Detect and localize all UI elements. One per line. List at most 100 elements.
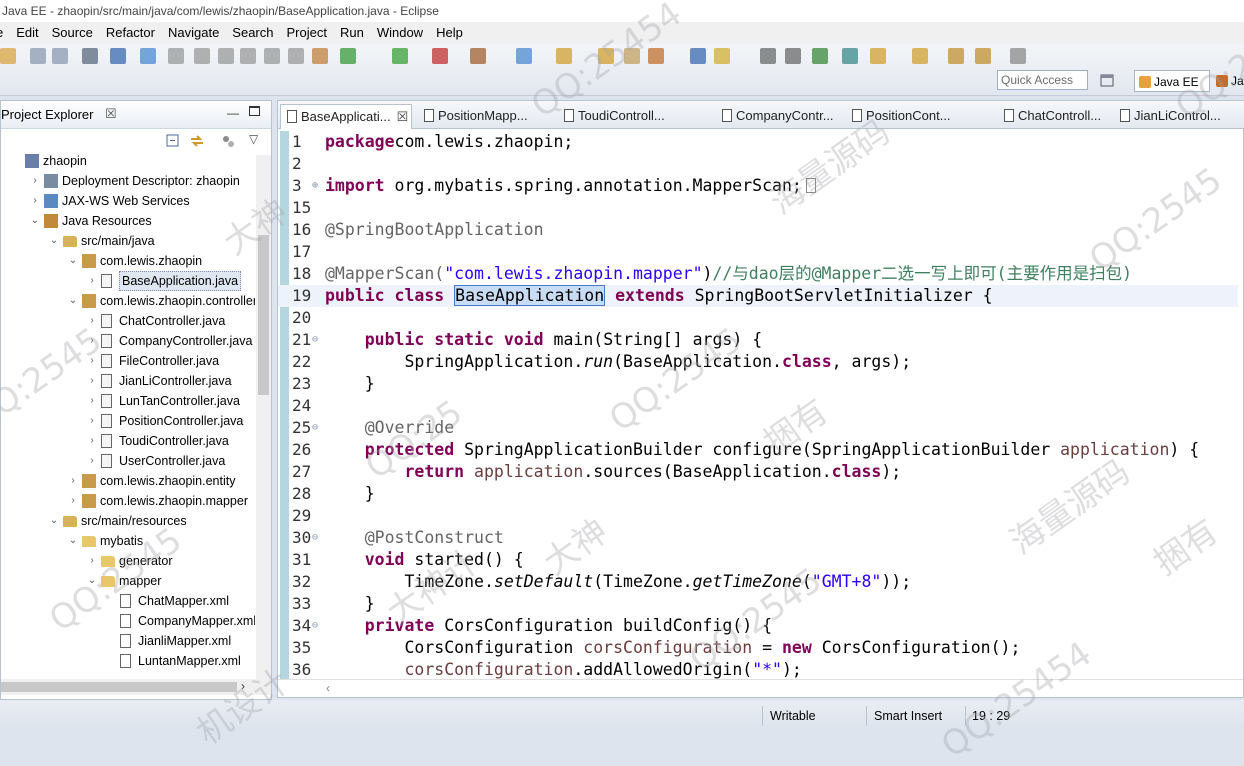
menu-search[interactable]: Search xyxy=(232,22,273,44)
menu-navigate[interactable]: Navigate xyxy=(168,22,219,44)
tree-horizontal-scrollbar[interactable]: › xyxy=(1,679,271,695)
close-icon[interactable]: ☒ xyxy=(105,106,117,122)
toolbar-button-icon[interactable] xyxy=(218,48,234,64)
toolbar-button-icon[interactable] xyxy=(842,48,858,64)
toolbar-button-icon[interactable] xyxy=(760,48,776,64)
toolbar-button-icon[interactable] xyxy=(194,48,210,64)
menu-project[interactable]: Project xyxy=(287,22,327,44)
expand-arrow-icon[interactable]: › xyxy=(87,351,97,371)
toolbar-button-icon[interactable] xyxy=(0,48,16,64)
toolbar-button-icon[interactable] xyxy=(168,48,184,64)
perspective-java[interactable]: Ja xyxy=(1214,70,1244,92)
expand-arrow-icon[interactable]: › xyxy=(68,491,78,511)
tab-companycontr[interactable]: CompanyContr... xyxy=(716,104,838,129)
expand-arrow-icon[interactable]: › xyxy=(87,311,97,331)
tab-baseapplicati[interactable]: BaseApplicati... ☒ xyxy=(280,104,412,129)
perspective-java-ee[interactable]: Java EE xyxy=(1134,70,1210,92)
view-menu-icon[interactable]: ▽ xyxy=(249,132,258,146)
menu-edit[interactable]: Edit xyxy=(16,22,38,44)
toolbar-button-icon[interactable] xyxy=(52,48,68,64)
tree-vertical-scrollbar[interactable] xyxy=(256,155,271,679)
toolbar-button-icon[interactable] xyxy=(598,48,614,64)
toolbar-button-icon[interactable] xyxy=(140,48,156,64)
open-perspective-icon[interactable] xyxy=(1100,70,1118,92)
toolbar-button-icon[interactable] xyxy=(812,48,828,64)
toolbar-button-icon[interactable] xyxy=(948,48,964,64)
toolbar-button-icon[interactable] xyxy=(785,48,801,64)
collapse-fold-icon[interactable]: ⊖ xyxy=(312,615,318,637)
menu-source[interactable]: Source xyxy=(52,22,93,44)
toolbar-button-icon[interactable] xyxy=(690,48,706,64)
toolbar-button-icon[interactable] xyxy=(288,48,304,64)
toolbar-button-icon[interactable] xyxy=(975,48,991,64)
toolbar-button-icon[interactable] xyxy=(556,48,572,64)
maximize-icon[interactable] xyxy=(249,106,260,116)
expand-arrow-icon[interactable]: › xyxy=(87,391,97,411)
collapse-arrow-icon[interactable]: ⌄ xyxy=(87,571,97,591)
toolbar-button-icon[interactable] xyxy=(624,48,640,64)
toolbar-button-icon[interactable] xyxy=(432,48,448,64)
link-with-editor-icon[interactable] xyxy=(189,134,205,148)
toolbar-button-icon[interactable] xyxy=(870,48,886,64)
toolbar-button-icon[interactable] xyxy=(240,48,256,64)
scroll-right-icon[interactable]: › xyxy=(241,679,245,693)
expand-arrow-icon[interactable]: › xyxy=(87,411,97,431)
tab-chatcontroll[interactable]: ChatControll... xyxy=(998,104,1106,129)
menu-refactor[interactable]: Refactor xyxy=(106,22,155,44)
toolbar-button-icon[interactable] xyxy=(30,48,46,64)
expand-arrow-icon[interactable]: › xyxy=(87,331,97,351)
menu-window[interactable]: Window xyxy=(377,22,423,44)
expand-arrow-icon[interactable]: › xyxy=(87,551,97,571)
code-area[interactable]: 1 packagecom.lewis.zhaopin; 2 3 ⊕ import org.… xyxy=(278,131,1238,679)
toolbar-button-icon[interactable] xyxy=(648,48,664,64)
collapse-arrow-icon[interactable]: ⌄ xyxy=(68,291,78,311)
close-icon[interactable]: ☒ xyxy=(397,109,409,124)
code-token-ann: @Override xyxy=(364,418,455,437)
minimize-icon[interactable]: — xyxy=(227,106,239,120)
focus-icon[interactable] xyxy=(221,134,235,148)
collapse-fold-icon[interactable]: ⊖ xyxy=(312,329,318,351)
toolbar-button-icon[interactable] xyxy=(516,48,532,64)
expand-fold-icon[interactable]: ⊕ xyxy=(312,175,318,197)
tab-label: BaseApplicati... xyxy=(301,109,391,124)
toolbar-button-icon[interactable] xyxy=(82,48,98,64)
collapse-fold-icon[interactable]: ⊖ xyxy=(312,417,318,439)
collapse-fold-icon[interactable]: ⊖ xyxy=(312,527,318,549)
collapse-arrow-icon[interactable]: ⌄ xyxy=(49,231,59,251)
toolbar-button-icon[interactable] xyxy=(312,48,328,64)
expand-arrow-icon[interactable]: › xyxy=(30,191,40,211)
tab-positioncont[interactable]: PositionCont... xyxy=(846,104,990,129)
tab-jianlicontrol[interactable]: JianLiControl... xyxy=(1114,104,1244,129)
scroll-left-icon[interactable]: ‹ xyxy=(326,681,330,695)
collapse-all-icon[interactable] xyxy=(166,134,180,148)
scrollbar-thumb[interactable] xyxy=(1,682,237,692)
toolbar-button-icon[interactable] xyxy=(912,48,928,64)
menu-help[interactable]: Help xyxy=(436,22,463,44)
scrollbar-thumb[interactable] xyxy=(258,235,269,395)
expand-arrow-icon[interactable]: › xyxy=(30,171,40,191)
collapse-arrow-icon[interactable]: ⌄ xyxy=(68,531,78,551)
collapse-arrow-icon[interactable]: ⌄ xyxy=(30,211,40,231)
toolbar-button-icon[interactable] xyxy=(714,48,730,64)
toolbar-button-icon[interactable] xyxy=(264,48,280,64)
tab-positionmapp[interactable]: PositionMapp... xyxy=(418,104,546,129)
expand-arrow-icon[interactable]: › xyxy=(87,371,97,391)
quick-access-input[interactable]: Quick Access xyxy=(997,70,1088,90)
toolbar-button-icon[interactable] xyxy=(1010,48,1026,64)
expand-arrow-icon[interactable]: › xyxy=(68,471,78,491)
menu-run[interactable]: Run xyxy=(340,22,364,44)
folded-import-marker[interactable] xyxy=(805,178,816,193)
expand-arrow-icon[interactable]: › xyxy=(87,271,97,291)
toolbar-button-icon[interactable] xyxy=(470,48,486,64)
menu-e[interactable]: e xyxy=(0,22,3,44)
expand-arrow-icon[interactable]: › xyxy=(87,431,97,451)
toolbar-button-icon[interactable] xyxy=(392,48,408,64)
collapse-arrow-icon[interactable]: ⌄ xyxy=(49,511,59,531)
tab-toudicontroll[interactable]: ToudiControll... xyxy=(558,104,698,129)
collapse-arrow-icon[interactable]: ⌄ xyxy=(68,251,78,271)
toolbar-button-icon[interactable] xyxy=(340,48,356,64)
expand-arrow-icon[interactable]: › xyxy=(87,451,97,471)
editor-horizontal-scrollbar[interactable]: ‹ xyxy=(278,679,1243,697)
toolbar-button-icon[interactable] xyxy=(110,48,126,64)
